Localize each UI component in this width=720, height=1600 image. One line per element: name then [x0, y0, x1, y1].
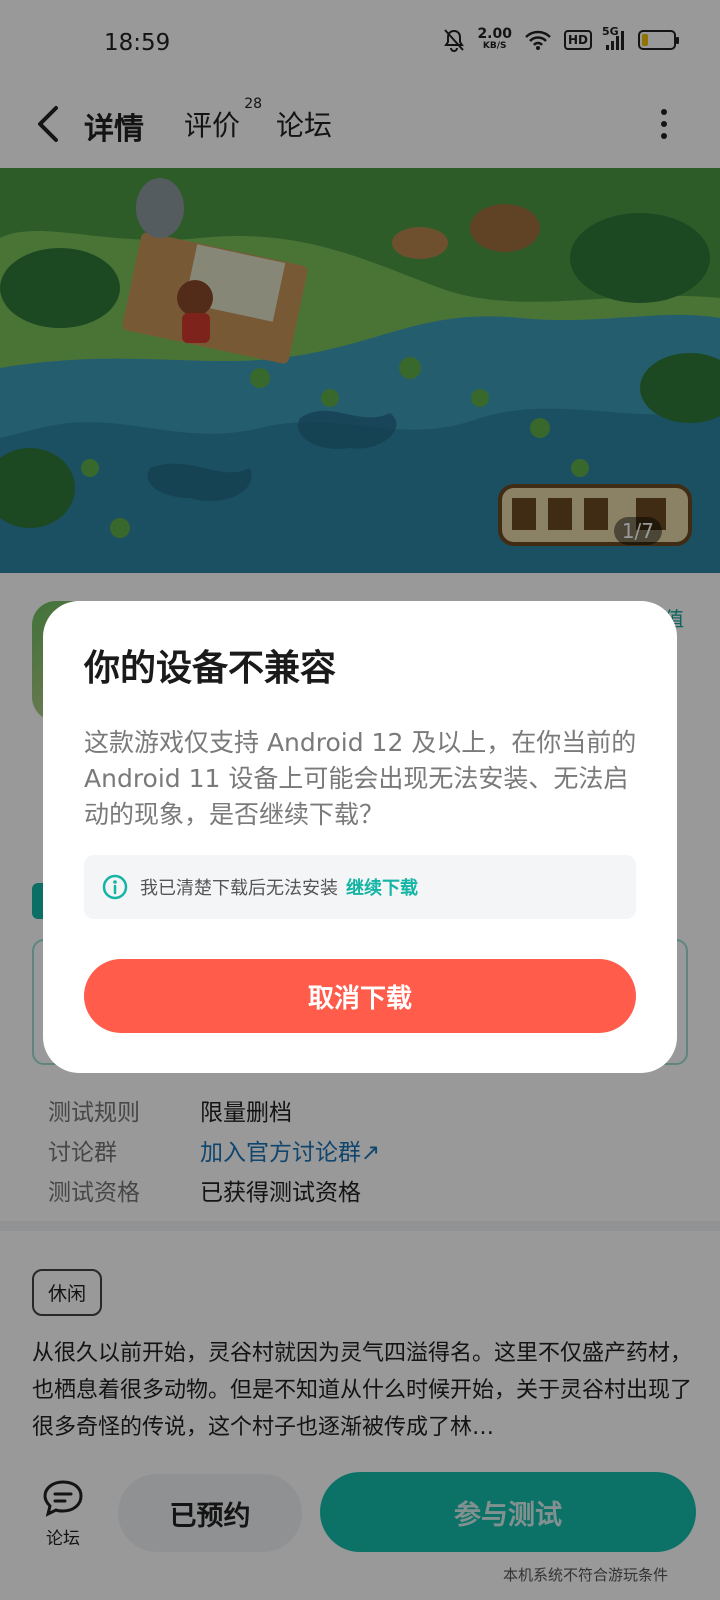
continue-download-notice: 我已清楚下载后无法安装 继续下载 — [84, 855, 636, 919]
incompatible-device-dialog: 你的设备不兼容 这款游戏仅支持 Android 12 及以上，在你当前的 And… — [43, 601, 677, 1073]
cancel-download-button[interactable]: 取消下载 — [84, 959, 636, 1033]
continue-download-link[interactable]: 继续下载 — [346, 874, 418, 900]
dialog-title: 你的设备不兼容 — [84, 648, 337, 689]
dialog-message: 这款游戏仅支持 Android 12 及以上，在你当前的 Android 11 … — [84, 728, 637, 829]
info-icon — [102, 874, 128, 900]
notice-text: 我已清楚下载后无法安装 — [140, 878, 338, 899]
